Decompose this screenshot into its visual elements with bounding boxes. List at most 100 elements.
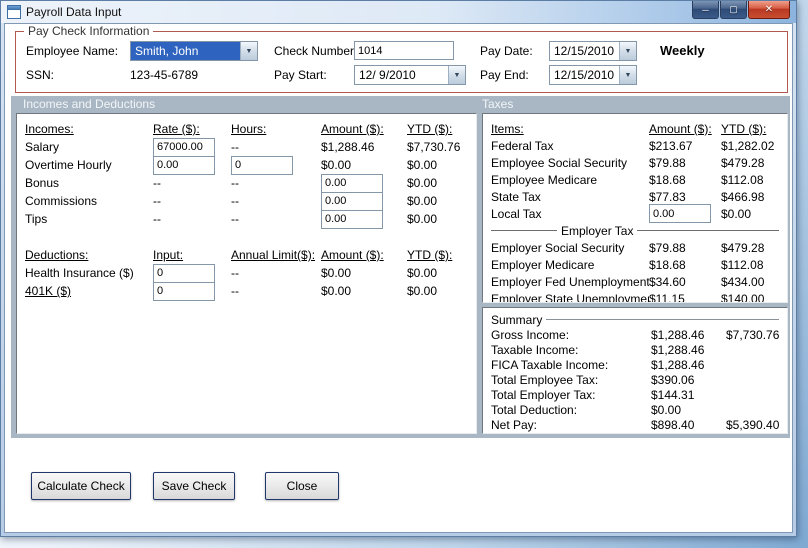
net-pay-amount: $898.40 [651,417,695,432]
taxable-income-label: Taxable Income: [491,342,579,357]
pay-start-picker[interactable]: 12/ 9/2010 ▼ [354,65,466,85]
federal-tax-ytd: $1,282.02 [721,138,775,153]
emp-ss-amount: $79.88 [649,155,686,170]
local-tax-input[interactable] [649,204,711,223]
window-controls: ─ ▢ ✕ [691,1,796,19]
ytd-header: YTD ($): [407,122,453,136]
check-number-label: Check Number: [274,44,358,58]
commissions-label: Commissions [25,194,98,208]
employee-name-label: Employee Name: [26,44,119,58]
pay-frequency-label: Weekly [660,43,705,58]
chevron-down-icon[interactable]: ▼ [240,42,257,60]
tips-amount-input[interactable] [321,209,383,229]
pay-date-label: Pay Date: [480,44,533,58]
chevron-down-icon[interactable]: ▼ [619,66,636,84]
check-number-input[interactable] [354,41,454,60]
health-insurance-ytd: $0.00 [407,266,438,280]
state-tax-ytd: $466.98 [721,189,765,204]
salary-hours: -- [231,140,239,154]
hours-header: Hours: [231,122,267,136]
er-ss-amount: $79.88 [649,240,686,255]
bonus-ytd: $0.00 [407,176,438,190]
commissions-amount-input[interactable] [321,191,383,211]
employee-name-combo[interactable]: Smith, John ▼ [130,41,258,61]
fica-taxable-amount: $1,288.46 [651,357,705,372]
pay-end-value: 12/15/2010 [554,68,615,82]
title-bar[interactable]: Payroll Data Input ─ ▢ ✕ [1,1,796,23]
employer-tax-divider: Employer Tax [491,223,779,238]
er-medicare-label: Employer Medicare [491,257,595,272]
emp-ss-label: Employee Social Security [491,155,628,170]
er-state-unemp-ytd: $140.00 [721,291,765,303]
emp-medicare-amount: $18.68 [649,172,686,187]
paycheck-info-group: Pay Check Information Employee Name: Smi… [15,24,788,93]
total-employee-tax-amount: $390.06 [651,372,695,387]
k401-input[interactable] [153,281,215,301]
ded-amount-header: Amount ($): [321,248,384,262]
er-fed-unemp-label: Employer Fed Unemployment [491,274,649,289]
employee-name-value: Smith, John [131,42,240,60]
health-insurance-limit: -- [231,266,239,280]
federal-tax-label: Federal Tax [491,138,554,153]
rate-header: Rate ($): [153,122,200,136]
pay-end-picker[interactable]: 12/15/2010 ▼ [549,65,637,85]
bonus-rate: -- [153,176,161,190]
health-insurance-label: Health Insurance ($) [25,266,134,280]
close-window-button[interactable]: ✕ [748,1,790,19]
commissions-ytd: $0.00 [407,194,438,208]
section-taxes: Taxes [482,97,514,111]
gross-income-amount: $1,288.46 [651,327,705,342]
ssn-label: SSN: [26,68,55,82]
k401-ytd: $0.00 [407,284,438,298]
salary-amount: $1,288.46 [321,140,375,154]
calculate-check-button[interactable]: Calculate Check [31,472,131,500]
minimize-button[interactable]: ─ [692,1,719,19]
tax-ytd-header: YTD ($): [721,121,767,136]
salary-rate-input[interactable] [153,137,215,157]
maximize-button[interactable]: ▢ [720,1,747,19]
overtime-hours-input[interactable] [231,155,293,175]
emp-medicare-label: Employee Medicare [491,172,598,187]
overtime-rate-input[interactable] [153,155,215,175]
ded-ytd-header: YTD ($): [407,248,453,262]
total-deduction-amount: $0.00 [651,402,682,417]
deductions-header: Deductions: [25,248,89,262]
net-pay-label: Net Pay: [491,417,538,432]
pay-end-label: Pay End: [480,68,529,82]
bonus-hours: -- [231,176,239,190]
incomes-taxes-region: Incomes and Deductions Taxes Incomes: Ra… [11,96,790,438]
er-state-unemp-label: Employer State Unemployment [491,291,649,303]
fica-taxable-label: FICA Taxable Income: [491,357,609,372]
save-check-button[interactable]: Save Check [153,472,235,500]
taxes-panel: Items: Amount ($): YTD ($): Federal Tax … [482,113,788,303]
summary-title: Summary [491,312,543,327]
health-insurance-input[interactable] [153,263,215,283]
gross-income-label: Gross Income: [491,327,570,342]
overtime-label: Overtime Hourly [25,158,112,172]
taxable-income-amount: $1,288.46 [651,342,705,357]
total-deduction-label: Total Deduction: [491,402,578,417]
input-header: Input: [153,248,184,262]
tips-rate: -- [153,212,161,226]
app-icon [7,5,21,19]
tax-amount-header: Amount ($): [649,121,712,136]
chevron-down-icon[interactable]: ▼ [619,42,636,60]
payroll-window: Payroll Data Input ─ ▢ ✕ Pay Check Infor… [0,0,797,537]
k401-amount: $0.00 [321,284,352,298]
er-ss-label: Employer Social Security [491,240,625,255]
summary-header: Summary [491,312,779,327]
bonus-amount-input[interactable] [321,173,383,193]
pay-date-value: 12/15/2010 [554,44,615,58]
k401-label: 401K ($) [25,284,72,298]
commissions-hours: -- [231,194,239,208]
paycheck-info-legend: Pay Check Information [24,24,154,38]
ssn-value: 123-45-6789 [130,68,199,82]
pay-date-picker[interactable]: 12/15/2010 ▼ [549,41,637,61]
er-state-unemp-amount: $11.15 [649,291,685,303]
er-medicare-ytd: $112.08 [721,257,764,272]
net-pay-ytd: $5,390.40 [726,417,779,432]
federal-tax-amount: $213.67 [649,138,693,153]
total-employer-tax-amount: $144.31 [651,387,695,402]
chevron-down-icon[interactable]: ▼ [448,66,465,84]
close-button[interactable]: Close [265,472,339,500]
